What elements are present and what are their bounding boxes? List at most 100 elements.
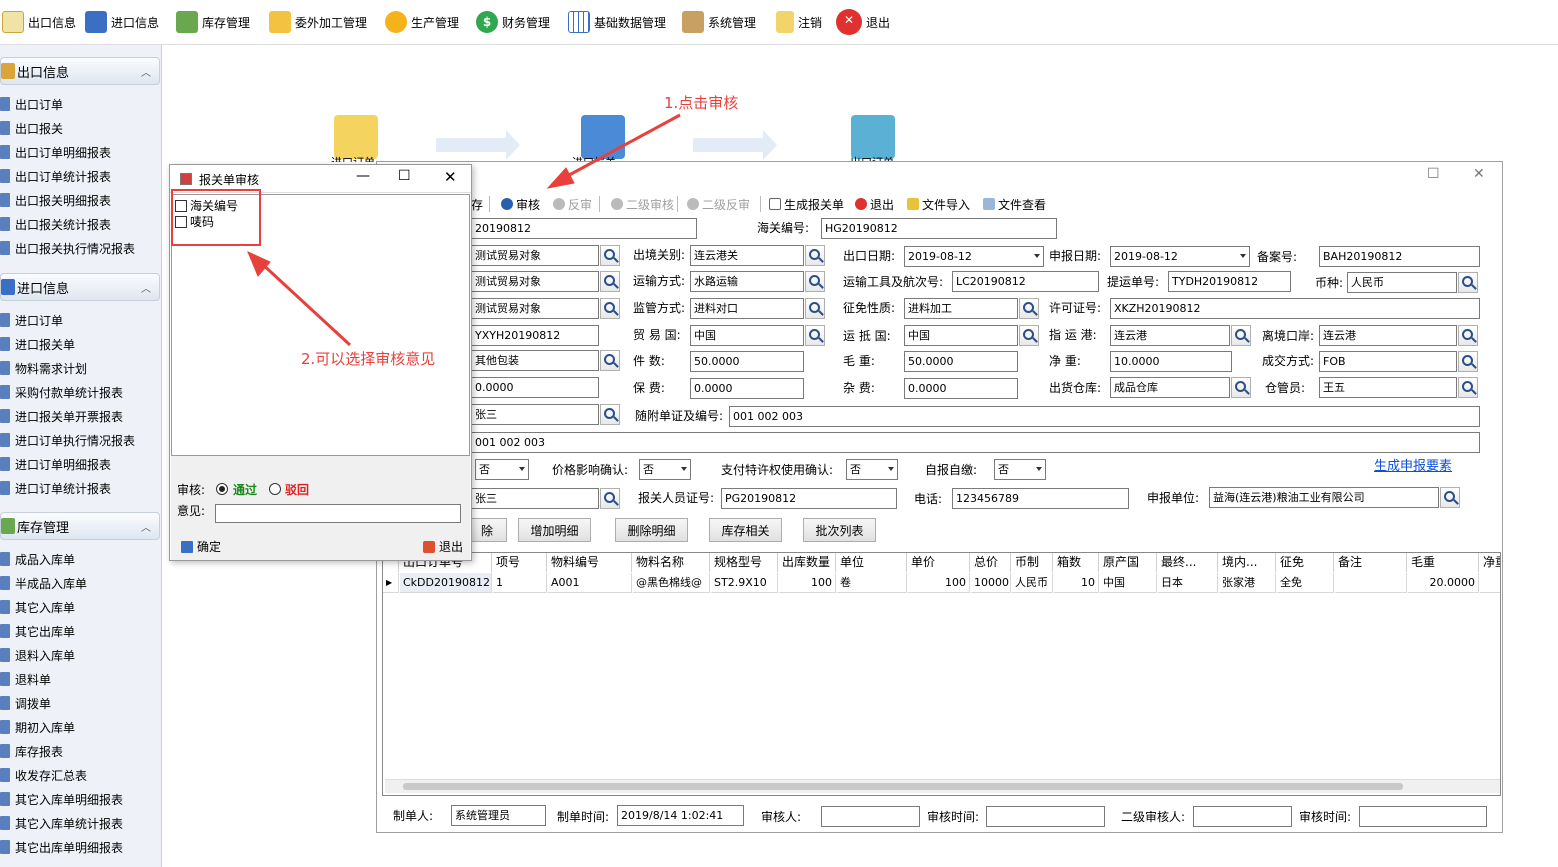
- grid-header[interactable]: 备注: [1335, 553, 1407, 572]
- grid-header[interactable]: 毛重: [1408, 553, 1479, 572]
- table-cell[interactable]: 10: [1054, 573, 1099, 593]
- sidebar-item[interactable]: 其它出库单明细报表: [0, 836, 123, 858]
- search-button[interactable]: [1458, 377, 1478, 398]
- sidebar-item[interactable]: 进口订单执行情况报表: [0, 429, 135, 451]
- table-cell[interactable]: 日本: [1158, 573, 1218, 593]
- toolbar-import-info[interactable]: 进口信息: [85, 6, 159, 38]
- table-cell[interactable]: 20.0000: [1408, 573, 1479, 593]
- search-button[interactable]: [1019, 325, 1039, 346]
- declarer-field[interactable]: 张三: [471, 488, 599, 509]
- warehouse-field[interactable]: 成品仓库: [1110, 377, 1230, 398]
- gross-field[interactable]: 50.0000: [904, 351, 1018, 372]
- insurance-field[interactable]: 0.0000: [690, 378, 804, 399]
- table-cell[interactable]: 1: [493, 573, 547, 593]
- grid-header[interactable]: 总价: [971, 553, 1011, 572]
- unaudit2-button[interactable]: 二级反审: [687, 194, 750, 214]
- trade-object-field[interactable]: 测试贸易对象: [471, 245, 599, 266]
- yxyh-field[interactable]: YXYH20190812: [471, 325, 599, 346]
- search-button[interactable]: [600, 404, 620, 425]
- trade-object-field[interactable]: 测试贸易对象: [471, 271, 599, 292]
- table-cell[interactable]: [1335, 573, 1407, 593]
- order-no-field[interactable]: 20190812: [471, 218, 697, 239]
- freight-field[interactable]: 0.0000: [471, 377, 599, 398]
- currency-field[interactable]: 人民币: [1347, 272, 1457, 293]
- save-button[interactable]: 存: [471, 194, 483, 214]
- sidebar-item[interactable]: 退料入库单: [0, 644, 75, 666]
- search-button[interactable]: [1019, 298, 1039, 319]
- price-select[interactable]: 否: [639, 459, 691, 480]
- scrollbar-thumb[interactable]: [403, 783, 1403, 790]
- toolbar-exit[interactable]: ✕ 退出: [836, 6, 890, 38]
- search-button[interactable]: [600, 488, 620, 509]
- auditor2-field[interactable]: [1193, 806, 1292, 827]
- search-button[interactable]: [600, 271, 620, 292]
- keeper-field[interactable]: 王五: [1319, 377, 1457, 398]
- sidebar-item[interactable]: 成品入库单: [0, 548, 75, 570]
- remove-detail-button[interactable]: 删除明细: [615, 518, 688, 542]
- dest-port-field[interactable]: 连云港: [1110, 325, 1230, 346]
- table-cell[interactable]: A001: [548, 573, 632, 593]
- package-field[interactable]: 其他包装: [471, 350, 599, 371]
- sidebar-item[interactable]: 进口订单: [0, 309, 63, 331]
- license-field[interactable]: XKZH20190812: [1110, 298, 1480, 319]
- special-select[interactable]: 否: [475, 459, 529, 480]
- sidebar-item[interactable]: 采购付款单统计报表: [0, 381, 123, 403]
- person-field[interactable]: 张三: [471, 404, 599, 425]
- generate-elements-link[interactable]: 生成申报要素: [1374, 457, 1452, 477]
- docs-field[interactable]: 001 002 003: [729, 406, 1480, 427]
- sidebar-item[interactable]: 退料单: [0, 668, 51, 690]
- dest-country-field[interactable]: 中国: [904, 325, 1018, 346]
- table-cell[interactable]: 全免: [1277, 573, 1334, 593]
- pieces-field[interactable]: 50.0000: [690, 351, 804, 372]
- sidebar-item[interactable]: 进口订单明细报表: [0, 453, 111, 475]
- audit-time2-field[interactable]: [1359, 806, 1487, 827]
- search-button[interactable]: [1458, 351, 1478, 372]
- sidebar-item[interactable]: 出口订单明细报表: [0, 141, 111, 163]
- search-button[interactable]: [805, 245, 825, 266]
- sidebar-item[interactable]: 出口报关统计报表: [0, 213, 111, 235]
- grid-header[interactable]: 征免: [1277, 553, 1334, 572]
- table-cell[interactable]: @黑色棉线@: [633, 573, 710, 593]
- table-cell[interactable]: [1480, 573, 1500, 593]
- grid-header[interactable]: 币制: [1012, 553, 1053, 572]
- unit-field[interactable]: 益海(连云港)粮油工业有限公司: [1209, 487, 1439, 508]
- table-cell[interactable]: 中国: [1100, 573, 1157, 593]
- toolbar-basedata[interactable]: 基础数据管理: [568, 6, 666, 38]
- misc-field[interactable]: 0.0000: [904, 378, 1018, 399]
- toolbar-finance[interactable]: $ 财务管理: [476, 6, 550, 38]
- toolbar-system[interactable]: 系统管理: [682, 6, 756, 38]
- flow-import-order-icon[interactable]: [334, 115, 378, 159]
- generate-declaration-button[interactable]: 生成报关单: [769, 194, 844, 214]
- vessel-field[interactable]: LC20190812: [952, 271, 1099, 292]
- phone-field[interactable]: 123456789: [952, 488, 1129, 509]
- table-cell[interactable]: 张家港: [1219, 573, 1276, 593]
- sidebar-item[interactable]: 其它出库单: [0, 620, 75, 642]
- sidebar-item[interactable]: 调拨单: [0, 692, 51, 714]
- exit-button[interactable]: 退出: [855, 194, 894, 214]
- file-view-button[interactable]: 文件查看: [983, 194, 1046, 214]
- sidebar-item[interactable]: 半成品入库单: [0, 572, 87, 594]
- audit-time-field[interactable]: [986, 806, 1105, 827]
- grid-header[interactable]: 项号: [493, 553, 547, 572]
- search-button[interactable]: [1440, 487, 1460, 508]
- sidebar-item[interactable]: 库存报表: [0, 740, 63, 762]
- grid-header[interactable]: 单价: [908, 553, 970, 572]
- toolbar-logout[interactable]: 注销: [776, 6, 822, 38]
- stock-related-button[interactable]: 库存相关: [709, 518, 782, 542]
- audit2-button[interactable]: 二级审核: [611, 194, 674, 214]
- search-button[interactable]: [805, 298, 825, 319]
- reject-label[interactable]: 驳回: [285, 481, 309, 498]
- self-select[interactable]: 否: [994, 459, 1046, 480]
- deal-field[interactable]: FOB: [1319, 351, 1457, 372]
- table-cell[interactable]: 人民币: [1012, 573, 1053, 593]
- export-date-picker[interactable]: 2019-08-12: [904, 246, 1044, 267]
- search-button[interactable]: [600, 298, 620, 319]
- bill-field[interactable]: TYDH20190812: [1168, 271, 1291, 292]
- close-icon[interactable]: ✕: [1473, 166, 1485, 182]
- search-button[interactable]: [1231, 325, 1251, 346]
- toolbar-export-info[interactable]: 出口信息: [2, 6, 76, 38]
- maximize-icon[interactable]: ☐: [1427, 166, 1440, 182]
- opinion-input[interactable]: [215, 504, 461, 523]
- sidebar-item[interactable]: 其它入库单明细报表: [0, 788, 123, 810]
- search-button[interactable]: [600, 245, 620, 266]
